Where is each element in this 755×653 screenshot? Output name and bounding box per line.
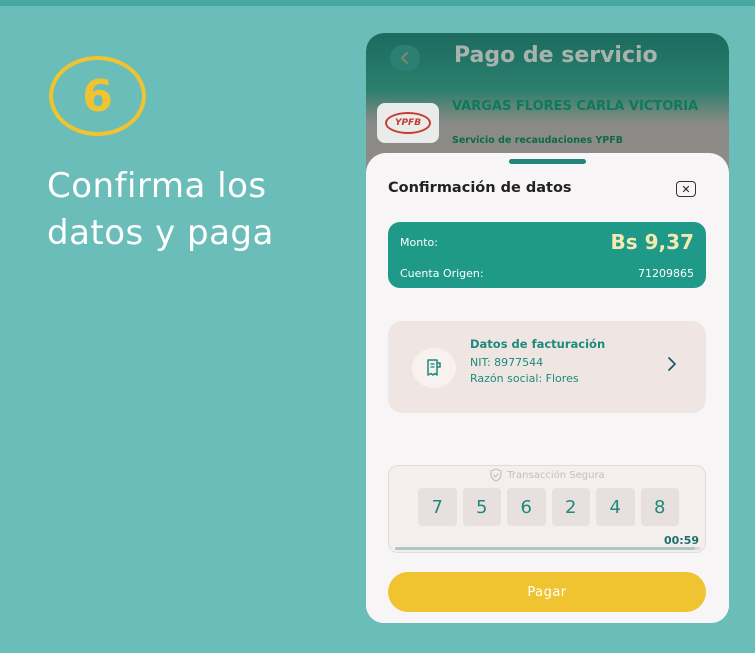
amount-value: Bs 9,37: [610, 230, 694, 254]
code-digit: 5: [462, 488, 501, 526]
step-headline: Confirma los datos y paga: [47, 163, 347, 257]
close-button[interactable]: ✕: [676, 181, 696, 197]
secure-transaction-box: Transacción Segura 7 5 6 2 4 8 00:59: [388, 465, 706, 553]
origin-account-label: Cuenta Origen:: [400, 267, 484, 280]
phone-screen: Pago de servicio YPFB VARGAS FLORES CARL…: [366, 33, 729, 623]
secure-transaction-text: Transacción Segura: [507, 469, 605, 481]
shield-check-icon: [490, 468, 502, 482]
chevron-right-icon: [668, 357, 676, 371]
billing-title: Datos de facturación: [470, 337, 606, 351]
step-number: 6: [82, 70, 113, 122]
pay-button[interactable]: Pagar: [388, 572, 706, 612]
headline-line-2: datos y paga: [47, 213, 274, 253]
amount-label: Monto:: [400, 236, 438, 249]
step-number-badge: 6: [49, 56, 146, 136]
chevron-left-icon: [401, 52, 408, 64]
billing-icon-wrap: [412, 348, 456, 388]
code-digit: 7: [418, 488, 457, 526]
code-digit: 2: [551, 488, 590, 526]
timer-progress-fill: [395, 547, 695, 550]
billing-nit: NIT: 8977544: [470, 356, 544, 369]
page-title: Pago de servicio: [454, 43, 658, 68]
secure-transaction-label: Transacción Segura: [389, 468, 705, 482]
code-digit: 4: [596, 488, 635, 526]
code-digit: 8: [640, 488, 679, 526]
merchant-logo-badge: YPFB: [385, 112, 431, 134]
back-button[interactable]: [390, 45, 420, 71]
sheet-grabber[interactable]: [509, 159, 586, 164]
top-accent-strip: [0, 0, 755, 6]
confirmation-sheet: Confirmación de datos ✕ Monto: Bs 9,37 C…: [366, 153, 729, 623]
close-icon: ✕: [681, 182, 691, 196]
receipt-icon: [427, 359, 441, 376]
amount-card: Monto: Bs 9,37 Cuenta Origen: 71209865: [388, 222, 706, 288]
billing-razon-social: Razón social: Flores: [470, 372, 579, 385]
sheet-title: Confirmación de datos: [388, 180, 572, 196]
security-code-row: 7 5 6 2 4 8: [418, 488, 679, 526]
timer-progress-track: [395, 547, 701, 550]
merchant-name: VARGAS FLORES CARLA VICTORIA: [452, 99, 699, 114]
origin-account-value: 71209865: [638, 267, 694, 280]
headline-line-1: Confirma los: [47, 166, 267, 206]
merchant-service: Servicio de recaudaciones YPFB: [452, 135, 623, 146]
countdown-timer: 00:59: [663, 534, 699, 547]
merchant-logo: YPFB: [377, 103, 439, 143]
billing-data-card[interactable]: Datos de facturación NIT: 8977544 Razón …: [388, 321, 706, 413]
code-digit: 6: [507, 488, 546, 526]
